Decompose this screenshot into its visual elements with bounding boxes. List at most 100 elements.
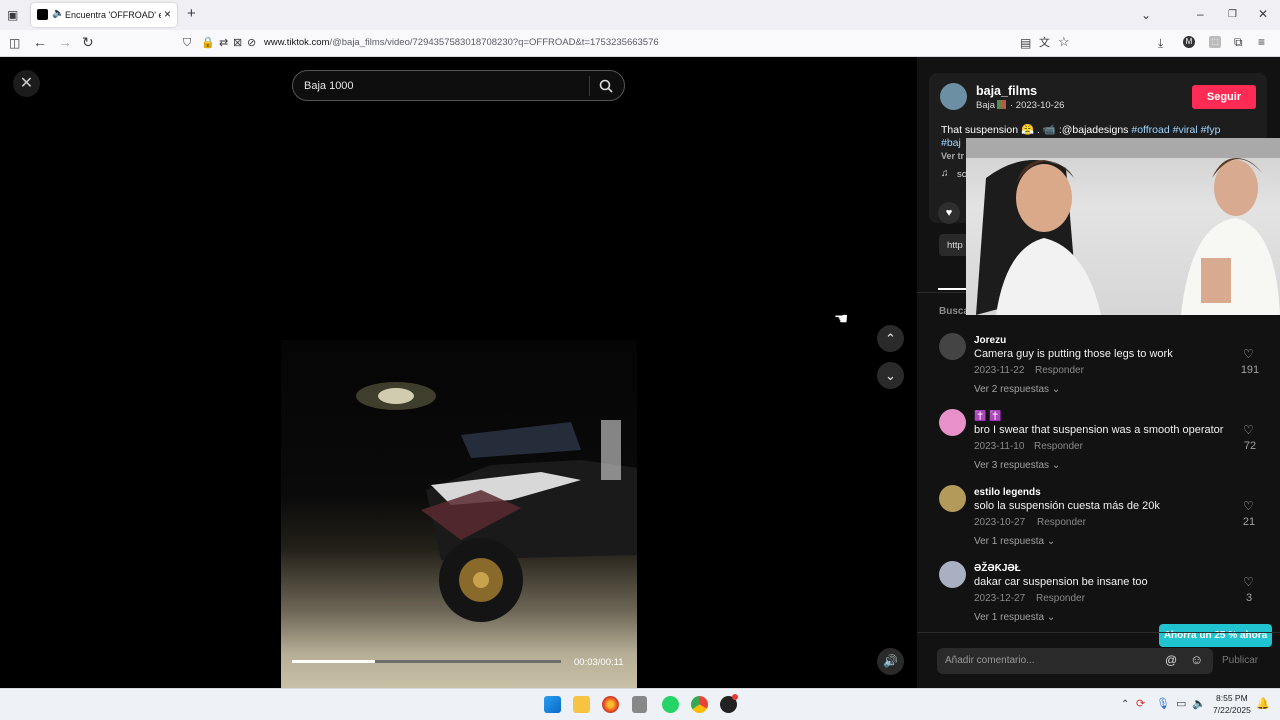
chrome-icon[interactable] bbox=[691, 696, 708, 713]
close-video-icon[interactable]: ✕ bbox=[13, 70, 40, 97]
view-replies-link[interactable]: Ver 1 respuesta ⌄ bbox=[974, 536, 1055, 547]
tab-underline bbox=[938, 288, 966, 290]
file-explorer-icon[interactable] bbox=[573, 696, 590, 713]
view-replies-link[interactable]: Ver 3 respuestas ⌄ bbox=[974, 460, 1060, 471]
tab-title: Encuentra 'OFFROAD' en Ti bbox=[65, 10, 161, 20]
comment-box[interactable]: Añadir comentario... @ ☺ bbox=[937, 648, 1213, 674]
shield-icon[interactable]: ⛉ bbox=[183, 36, 191, 50]
webcam-overlay bbox=[966, 138, 1280, 315]
emoji-picker-icon[interactable]: ☺ bbox=[1190, 652, 1203, 667]
search-box[interactable]: Baja 1000 bbox=[292, 70, 625, 101]
extensions-puzzle-icon[interactable]: ⧉ bbox=[1234, 35, 1243, 49]
url-domain: www.tiktok.com bbox=[264, 37, 330, 48]
translate-icon[interactable]: 文 bbox=[1039, 36, 1050, 50]
notifications-bell-icon[interactable]: 🔔 bbox=[1256, 697, 1270, 711]
volume-tray-icon[interactable]: 🔈 bbox=[1192, 697, 1206, 711]
caption-hashtags-line2[interactable]: #baj bbox=[941, 137, 961, 149]
comment-avatar[interactable] bbox=[939, 485, 966, 512]
bookmark-star-icon[interactable]: ☆ bbox=[1058, 35, 1070, 49]
list-tabs-chevron-down-icon[interactable]: ⌄ bbox=[1141, 8, 1151, 22]
sidebar-icon[interactable]: ◫ bbox=[9, 36, 20, 50]
microphone-icon[interactable]: 🎙 bbox=[1156, 697, 1170, 711]
comment-username[interactable]: Jorezu bbox=[974, 335, 1006, 346]
comment-date: 2023-10-27 bbox=[974, 517, 1026, 528]
comment-like-heart-icon[interactable]: ♡ bbox=[1243, 347, 1254, 361]
address-bar[interactable]: www.tiktok.com/@baja_films/video/7294357… bbox=[264, 37, 659, 48]
close-tab-icon[interactable]: × bbox=[164, 7, 171, 21]
search-input[interactable]: Baja 1000 bbox=[304, 80, 354, 92]
tracking-blocked-icon[interactable]: ⊘ bbox=[247, 36, 256, 50]
reader-view-icon[interactable]: ▤ bbox=[1020, 36, 1031, 50]
reply-button[interactable]: Responder bbox=[1036, 593, 1085, 604]
caption-mention[interactable]: :@bajadesigns bbox=[1059, 124, 1129, 136]
network-icon[interactable]: ▭ bbox=[1176, 697, 1186, 711]
tray-chevron-up-icon[interactable]: ⌃ bbox=[1121, 698, 1129, 712]
forward-icon[interactable]: → bbox=[58, 35, 72, 49]
minimize-icon[interactable]: – bbox=[1197, 7, 1204, 21]
comment-avatar[interactable] bbox=[939, 409, 966, 436]
camera-blocked-icon[interactable]: ⊠ bbox=[233, 36, 242, 50]
follow-button[interactable]: Seguir bbox=[1192, 85, 1256, 109]
reply-button[interactable]: Responder bbox=[1034, 441, 1083, 452]
next-video-chevron-down-icon[interactable]: ⌄ bbox=[877, 362, 904, 389]
see-translation-link[interactable]: Ver tr bbox=[941, 151, 964, 161]
reload-icon[interactable]: ↻ bbox=[82, 35, 94, 49]
browser-tab[interactable]: 🔈 Encuentra 'OFFROAD' en Ti × bbox=[31, 3, 177, 27]
comment-like-count: 3 bbox=[1245, 592, 1253, 604]
webcam-people-image bbox=[966, 138, 1280, 315]
comment-input[interactable]: Añadir comentario... bbox=[945, 655, 1035, 666]
whatsapp-icon[interactable] bbox=[662, 696, 679, 713]
windows-start-icon[interactable] bbox=[544, 696, 561, 713]
caption-hashtags[interactable]: #offroad #viral #fyp bbox=[1131, 124, 1220, 136]
restore-icon[interactable]: ❐ bbox=[1228, 8, 1237, 22]
offroad-truck-image bbox=[356, 382, 637, 622]
comment-avatar[interactable] bbox=[939, 333, 966, 360]
video-frame[interactable]: 00:03/00:11 bbox=[281, 340, 637, 688]
copy-link-box[interactable]: http bbox=[939, 234, 969, 256]
previous-video-chevron-up-icon[interactable]: ⌃ bbox=[877, 325, 904, 352]
menu-icon[interactable]: ≡ bbox=[1258, 35, 1265, 49]
lock-icon[interactable]: 🔒 bbox=[201, 36, 215, 50]
extension-icon[interactable]: ⬚ bbox=[1209, 36, 1221, 48]
mic-app-icon[interactable] bbox=[632, 696, 647, 713]
mention-icon[interactable]: @ bbox=[1165, 653, 1177, 667]
search-divider bbox=[589, 76, 590, 96]
creator-avatar[interactable] bbox=[940, 83, 967, 110]
clock-date[interactable]: 7/22/2025 bbox=[1213, 705, 1251, 715]
comment-username[interactable]: ƏŽƏƘJƏŁ bbox=[974, 563, 1021, 574]
related-search[interactable]: Busca bbox=[939, 306, 969, 317]
reply-button[interactable]: Responder bbox=[1035, 365, 1084, 376]
post-caption: That suspension 😤 . 📹 :@bajadesigns #off… bbox=[941, 123, 1220, 136]
back-icon[interactable]: ← bbox=[33, 35, 47, 49]
comment-like-heart-icon[interactable]: ♡ bbox=[1243, 423, 1254, 437]
volume-icon[interactable]: 🔊 bbox=[877, 648, 904, 675]
cursor-hand-icon: ☚ bbox=[834, 311, 849, 328]
search-icon[interactable] bbox=[599, 79, 613, 93]
reply-button[interactable]: Responder bbox=[1037, 517, 1086, 528]
close-window-icon[interactable]: ✕ bbox=[1258, 7, 1268, 21]
creator-username[interactable]: baja_films bbox=[976, 84, 1037, 98]
tab-overview-icon[interactable]: ▣ bbox=[7, 8, 18, 22]
sync-icon[interactable]: ⟳ bbox=[1136, 697, 1145, 711]
clock-time[interactable]: 8:55 PM bbox=[1216, 693, 1248, 703]
comment-like-heart-icon[interactable]: ♡ bbox=[1243, 575, 1254, 589]
progress-track[interactable] bbox=[292, 660, 561, 663]
comment-date: 2023-11-10 bbox=[974, 441, 1025, 452]
downloads-icon[interactable]: ⤓ bbox=[1158, 36, 1163, 50]
publish-button[interactable]: Publicar bbox=[1222, 655, 1258, 666]
music-icon: ♫ bbox=[941, 168, 949, 179]
view-replies-link[interactable]: Ver 1 respuesta ⌄ bbox=[974, 612, 1055, 623]
comment-username[interactable]: ✝️ ✝️ bbox=[974, 411, 1002, 422]
comment-username[interactable]: estilo legends bbox=[974, 487, 1041, 498]
promo-badge[interactable]: Ahorra un 25 % ahora bbox=[1159, 624, 1272, 647]
new-tab-icon[interactable]: + bbox=[187, 6, 196, 21]
comment-avatar[interactable] bbox=[939, 561, 966, 588]
account-icon[interactable]: M bbox=[1183, 36, 1195, 48]
like-heart-icon[interactable]: ♥ bbox=[938, 202, 960, 224]
speaker-icon[interactable]: 🔈 bbox=[52, 8, 64, 19]
firefox-icon[interactable] bbox=[602, 696, 619, 713]
comment-date: 2023-11-22 bbox=[974, 365, 1025, 376]
permissions-icon[interactable]: ⇄ bbox=[219, 36, 228, 50]
view-replies-link[interactable]: Ver 2 respuestas ⌄ bbox=[974, 384, 1060, 395]
comment-like-heart-icon[interactable]: ♡ bbox=[1243, 499, 1254, 513]
